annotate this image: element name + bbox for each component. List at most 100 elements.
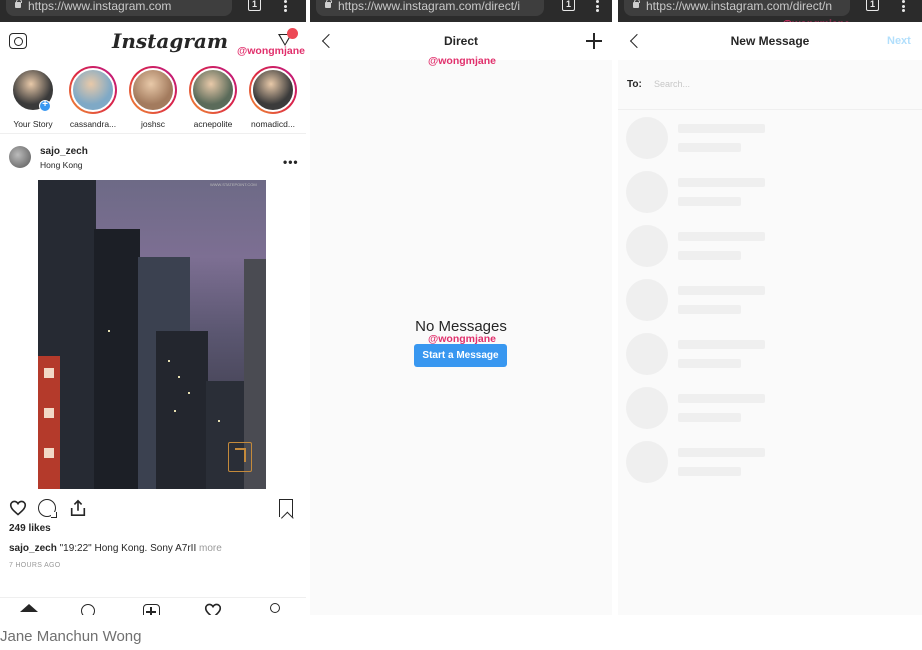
page-title: Direct	[443, 34, 478, 48]
avatar	[251, 68, 295, 112]
story-item[interactable]: acnepolite	[185, 66, 241, 129]
sign-glyph	[44, 448, 54, 458]
add-story-icon[interactable]: +	[39, 100, 51, 112]
story-ring	[129, 66, 177, 114]
post-location[interactable]: Hong Kong	[40, 160, 83, 170]
more-options-icon[interactable]: •••	[283, 155, 299, 169]
loading-placeholder-row	[626, 441, 906, 485]
placeholder-line	[678, 448, 765, 457]
story-item[interactable]: + Your Story	[5, 66, 61, 129]
placeholder-line	[678, 286, 765, 295]
browser-menu-icon[interactable]	[284, 0, 287, 12]
placeholder-line	[678, 232, 765, 241]
placeholder-line	[678, 143, 741, 152]
loading-placeholder-row	[626, 333, 906, 377]
photo-window	[218, 420, 220, 422]
photo-sign	[38, 356, 60, 489]
caption-username[interactable]: sajo_zech	[9, 543, 57, 554]
placeholder-line	[678, 394, 765, 403]
story-ring	[189, 66, 237, 114]
new-message-plus-icon[interactable]	[586, 33, 602, 49]
new-post-icon[interactable]	[143, 604, 160, 615]
post-username[interactable]: sajo_zech	[40, 146, 88, 157]
lock-icon	[633, 0, 640, 8]
to-label: To:	[627, 79, 642, 90]
placeholder-avatar	[626, 225, 668, 267]
new-message-header: New Message Next	[618, 22, 922, 60]
lock-icon	[15, 0, 22, 8]
recipient-search-input[interactable]	[654, 75, 854, 93]
post-photo[interactable]: WWW.STATEPOINT.COM	[38, 180, 266, 489]
loading-placeholder-row	[626, 279, 906, 323]
direct-header: Direct @wongmjane	[310, 22, 612, 67]
tab-switcher-button[interactable]: 1	[248, 0, 261, 11]
placeholder-line	[678, 467, 741, 476]
placeholder-line	[678, 178, 765, 187]
activity-heart-icon[interactable]	[204, 603, 222, 615]
post-header: sajo_zech Hong Kong •••	[0, 140, 306, 176]
story-name: Your Story	[13, 119, 53, 129]
placeholder-avatar	[626, 171, 668, 213]
loading-placeholder-row	[626, 117, 906, 161]
address-text: https://www.instagram.com/direct/i	[338, 0, 521, 13]
watermark: @wongmjane	[237, 45, 305, 57]
placeholder-line	[678, 413, 741, 422]
bottom-nav	[0, 597, 306, 615]
avatar	[71, 68, 115, 112]
post-timestamp: 7 HOURS AGO	[9, 562, 61, 569]
story-item[interactable]: nomadicd...	[245, 66, 301, 129]
next-button[interactable]: Next	[887, 35, 911, 47]
browser-bar: https://www.instagram.com/direct/i 1	[310, 0, 612, 22]
post-actions	[0, 496, 306, 520]
address-text: https://www.instagram.com	[28, 0, 172, 13]
tab-switcher-button[interactable]: 1	[866, 0, 879, 11]
post-avatar[interactable]	[9, 146, 31, 168]
placeholder-avatar	[626, 279, 668, 321]
story-item[interactable]: joshsc	[125, 66, 181, 129]
address-bar[interactable]: https://www.instagram.com/direct/n	[624, 0, 850, 16]
address-bar[interactable]: https://www.instagram.com	[6, 0, 232, 16]
like-count[interactable]: 249 likes	[9, 523, 51, 534]
camera-icon[interactable]	[9, 33, 27, 49]
comment-icon[interactable]	[38, 499, 57, 518]
start-message-button[interactable]: Start a Message	[414, 344, 507, 367]
feed-header: Instagram @wongmjane	[0, 22, 306, 62]
tab-switcher-button[interactable]: 1	[562, 0, 575, 11]
browser-menu-icon[interactable]	[902, 0, 905, 12]
photo-window	[188, 392, 190, 394]
stories-tray: + Your Story cassandra... joshsc acnepol…	[0, 62, 306, 134]
post-caption: sajo_zech "19:22" Hong Kong. Sony A7rII …	[9, 543, 222, 554]
sign-glyph	[44, 368, 54, 378]
avatar	[131, 68, 175, 112]
browser-bar: https://www.instagram.com/direct/n 1	[618, 0, 922, 22]
story-name: joshsc	[140, 119, 166, 129]
share-icon[interactable]	[69, 499, 87, 517]
browser-bar: https://www.instagram.com 1	[0, 0, 306, 22]
address-text: https://www.instagram.com/direct/n	[646, 0, 833, 13]
browser-menu-icon[interactable]	[596, 0, 599, 12]
caption-more-link[interactable]: more	[199, 543, 222, 554]
photo-window	[108, 330, 110, 332]
image-credit: Jane Manchun Wong	[0, 628, 142, 645]
loading-placeholder-row	[626, 225, 906, 269]
placeholder-line	[678, 359, 741, 368]
heart-icon[interactable]	[9, 500, 27, 516]
photographer-seal	[228, 442, 252, 472]
avatar	[191, 68, 235, 112]
story-item[interactable]: cassandra...	[65, 66, 121, 129]
home-icon[interactable]	[20, 604, 38, 612]
photo-building	[94, 229, 140, 489]
page-title: New Message	[730, 34, 810, 48]
profile-icon[interactable]	[270, 603, 280, 613]
photo-window	[178, 376, 180, 378]
photo-building	[206, 381, 248, 489]
photo-building	[156, 331, 208, 489]
save-icon[interactable]	[279, 499, 293, 517]
placeholder-line	[678, 197, 741, 206]
address-bar[interactable]: https://www.instagram.com/direct/i	[316, 0, 544, 16]
placeholder-avatar	[626, 387, 668, 429]
story-name: acnepolite	[193, 119, 233, 129]
search-icon[interactable]	[81, 604, 95, 615]
placeholder-avatar	[626, 441, 668, 483]
feed-panel: https://www.instagram.com 1 Instagram @w…	[0, 0, 306, 615]
